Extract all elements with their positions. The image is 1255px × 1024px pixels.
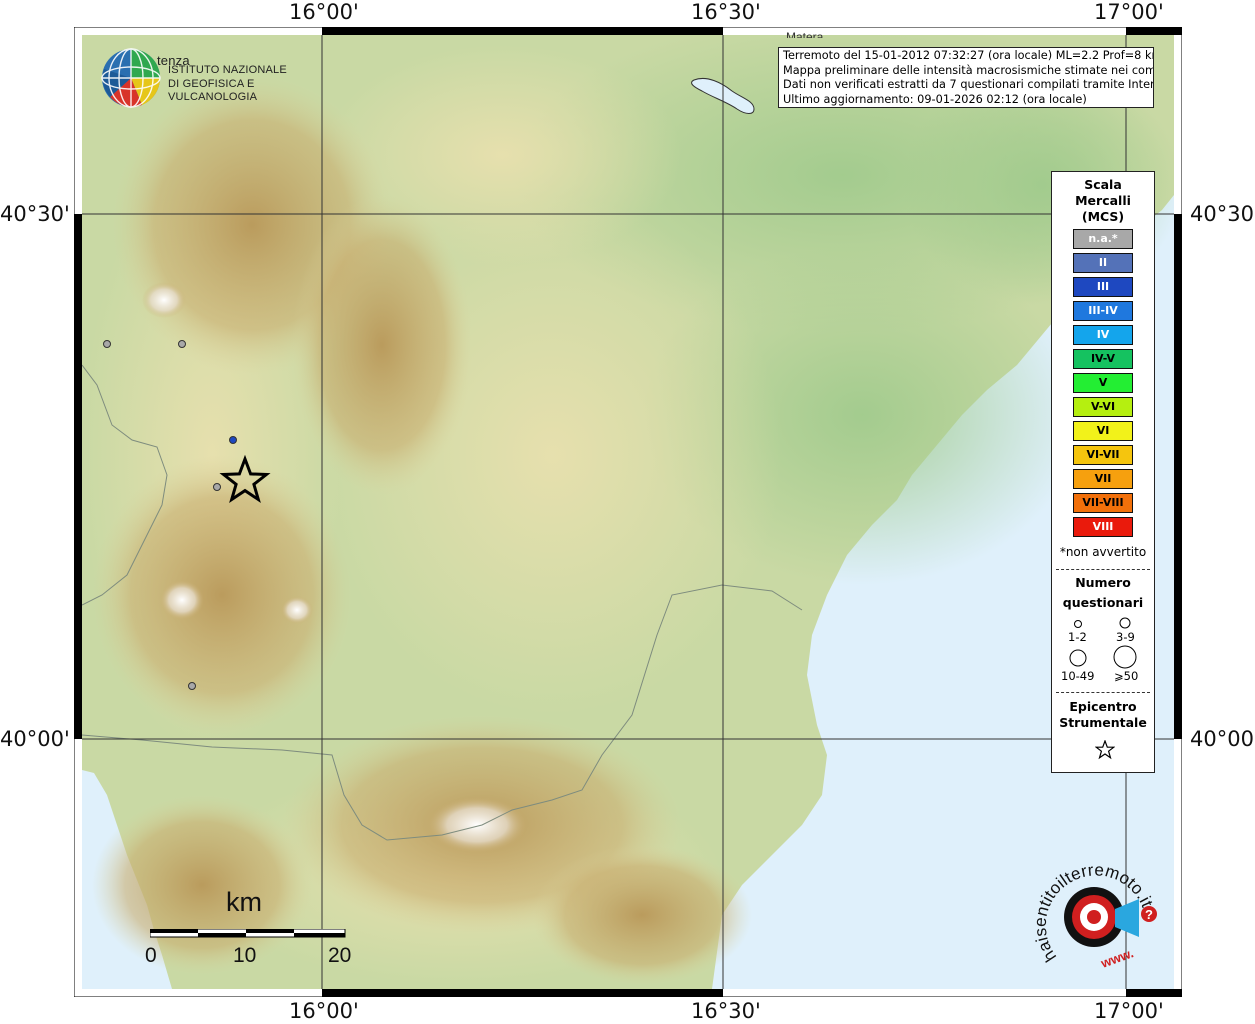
questionari-title-line: questionari [1062,595,1144,610]
ingv-logo: tenza ISTITUTO NAZIONALE DI GEOFISICA E … [100,47,310,109]
lat-label-left-40-30: 40°30' [0,202,70,226]
lon-label-bottom-16-30: 16°30' [691,999,761,1023]
mountains-s [532,845,752,985]
lat-label-right-40-30: 40°30' [1190,202,1255,226]
lon-label-top-16-30: 16°30' [691,0,761,24]
legend-title-line: Mercalli [1075,193,1131,208]
intensity-swatch: VI-VII [1073,445,1133,465]
questionari-title: Numero questionari [1052,574,1154,612]
size-icon-50 [1113,645,1137,669]
size-label-10-49: 10-49 [1061,669,1095,683]
size-icon-3-9 [1119,617,1131,629]
intensity-swatch: VII [1073,469,1133,489]
size-icon-1-2 [1074,620,1082,628]
map-area[interactable] [82,35,1174,989]
epicentre-title-line: Strumentale [1059,715,1147,730]
size-label-3-9: 3-9 [1116,630,1135,644]
observation-point[interactable] [229,436,237,444]
epicentre-title-line: Epicentro [1069,699,1137,714]
scale-label-10: 10 [233,944,257,967]
intensity-swatch: V-VI [1073,397,1133,417]
peak-north [142,282,186,318]
questionari-title-line: Numero [1075,575,1131,590]
place-label-partial: Matera [786,30,824,38]
legend-separator [1056,692,1150,693]
size-label-1-2: 1-2 [1068,630,1087,644]
intensity-swatch: II [1073,253,1133,273]
intensity-swatch: III-IV [1073,301,1133,321]
epicentre-title: Epicentro Strumentale [1052,699,1154,731]
scale-label-0: 0 [145,944,157,967]
intensity-swatch: III [1073,277,1133,297]
peak-center [281,596,313,624]
logo-line-2: DI GEOFISICA E VULCANOLOGIA [168,78,258,103]
intensity-swatch: VI [1073,421,1133,441]
lat-label-left-40-00: 40°00' [0,727,70,751]
observation-point[interactable] [103,340,111,348]
event-info-line: Dati non verificati estratti da 7 questi… [783,78,1154,92]
size-label-50: ⩾50 [1114,669,1139,683]
legend-title-line: Scala [1084,177,1122,192]
peak-pollino [427,797,527,853]
scale-label-20: 20 [328,944,352,967]
event-info-line: Terremoto del 15-01-2012 07:32:27 (ora l… [783,49,1154,62]
legend-title: Scala Mercalli (MCS) [1052,177,1154,225]
globe-icon [101,48,161,108]
mcs-legend: Scala Mercalli (MCS) n.a.* II III III-IV IV I… [1051,171,1155,773]
mountains-w [92,455,352,735]
legend-title-line: (MCS) [1081,209,1125,224]
observation-point[interactable] [178,340,186,348]
scale-bar [150,929,346,938]
intensity-swatch: IV [1073,325,1133,345]
intensity-swatch: VIII [1073,517,1133,537]
observation-point[interactable] [188,682,196,690]
size-icon-10-49 [1069,649,1087,667]
logo-line-1: ISTITUTO NAZIONALE [168,64,287,76]
intensity-swatch: IV-V [1073,349,1133,369]
lon-label-top-17-00: 17°00' [1094,0,1164,24]
intensity-swatch: V [1073,373,1133,393]
peak-sirino [160,580,204,620]
event-info-box: Terremoto del 15-01-2012 07:32:27 (ora l… [778,47,1154,108]
observation-point[interactable] [213,483,221,491]
intensity-swatch: VII-VIII [1073,493,1133,513]
www-text: www. [1098,945,1136,971]
legend-separator [1056,569,1150,570]
svg-text:?: ? [1145,907,1153,922]
event-info-line: Ultimo aggiornamento: 09-01-2026 02:12 (… [783,92,1087,106]
lon-label-bottom-17-00: 17°00' [1094,999,1164,1023]
intensity-swatch: n.a.* [1073,229,1133,249]
star-icon [1095,740,1115,760]
event-info-line: Mappa preliminare delle intensità macros… [783,63,1154,77]
haisentito-logo[interactable]: haisentitoilterremoto.it ? www. [1031,847,1161,977]
lon-label-bottom-16-00: 16°00' [289,999,359,1023]
mountains-center [292,195,472,495]
scale-unit: km [226,887,262,917]
legend-note: *non avvertito [1059,545,1147,559]
lat-label-right-40-00: 40°00' [1190,727,1255,751]
lon-label-top-16-00: 16°00' [289,0,359,24]
mountains-sw [92,795,312,975]
